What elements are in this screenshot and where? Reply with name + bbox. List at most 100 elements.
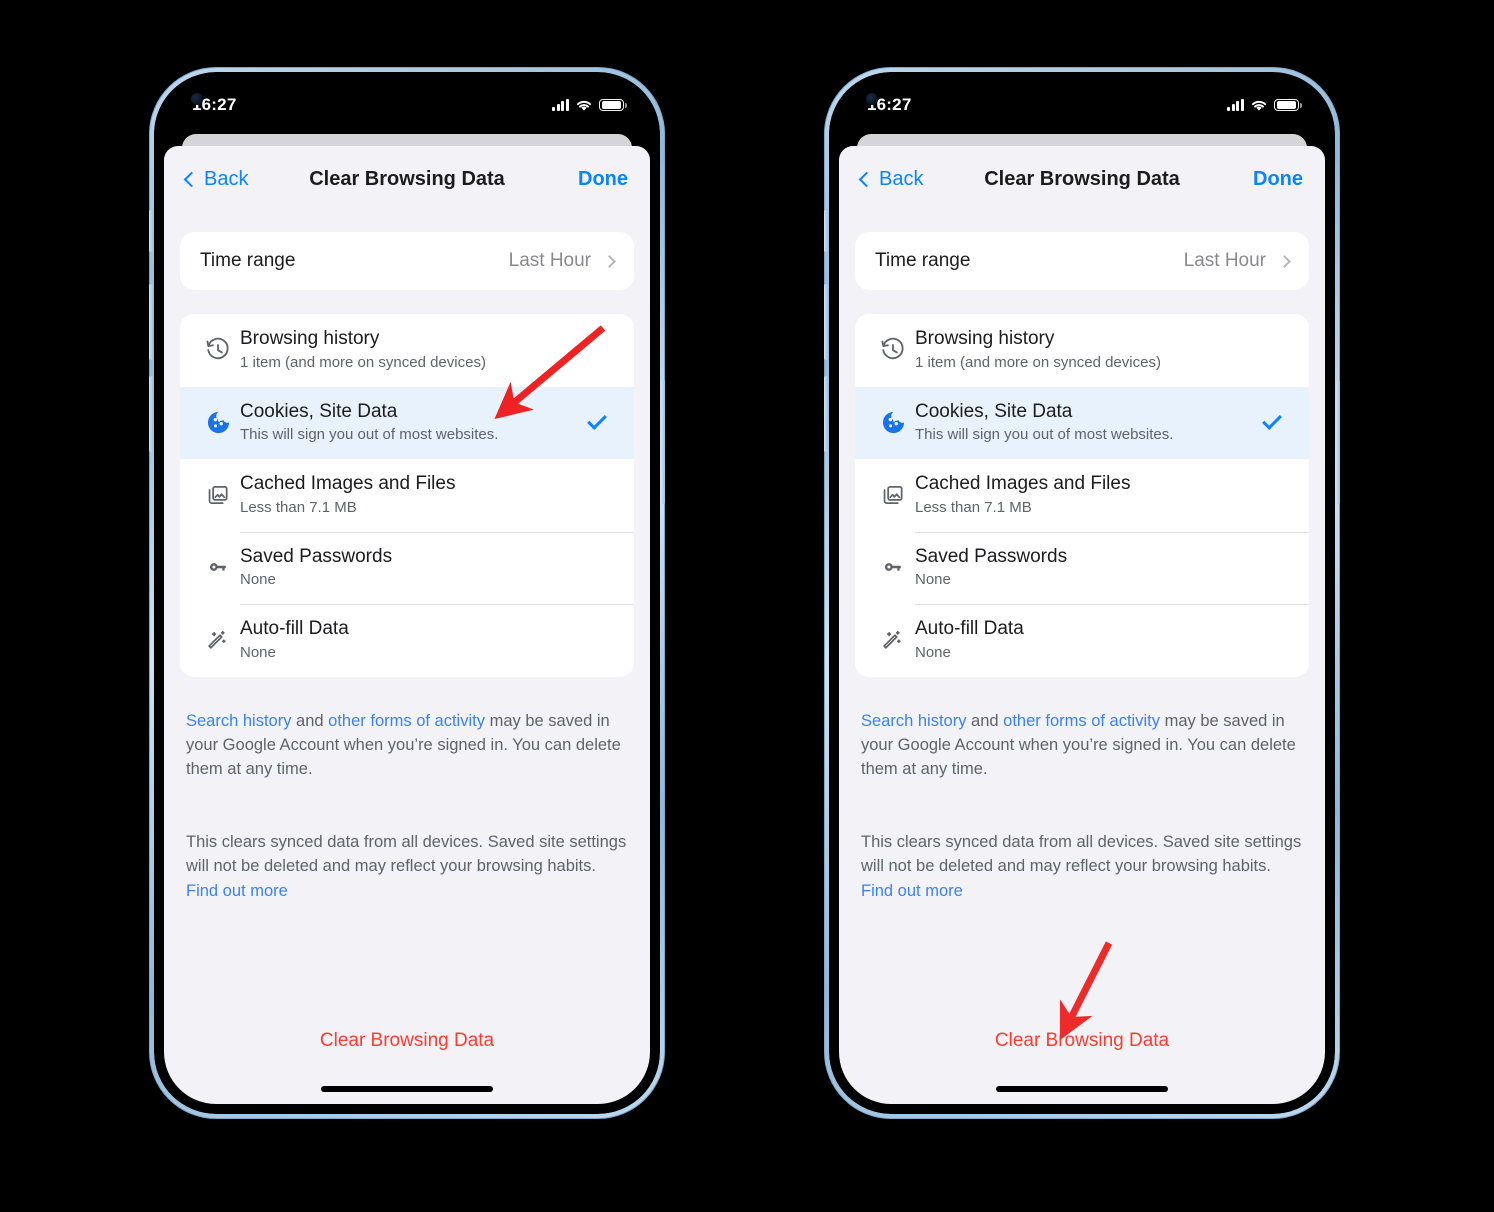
option-row-cached-images-and-files[interactable]: Cached Images and Files Less than 7.1 MB bbox=[180, 459, 634, 532]
photo-stack-icon bbox=[871, 482, 915, 508]
back-button[interactable]: Back bbox=[858, 167, 924, 191]
option-checkmark-slot bbox=[1255, 409, 1289, 430]
footnote-mid: and bbox=[966, 711, 1004, 730]
option-row-browsing-history[interactable]: Browsing history 1 item (and more on syn… bbox=[855, 314, 1309, 387]
time-range-label: Time range bbox=[875, 250, 971, 271]
back-button-label: Back bbox=[879, 167, 924, 190]
time-range-card: Time range Last Hour bbox=[855, 232, 1309, 290]
done-button[interactable]: Done bbox=[1253, 168, 1303, 191]
clear-browsing-data-button[interactable]: Clear Browsing Data bbox=[164, 1030, 650, 1052]
option-text: Cached Images and Files Less than 7.1 MB bbox=[240, 472, 580, 518]
photo-stack-icon bbox=[196, 482, 240, 508]
other-forms-of-activity-link[interactable]: other forms of activity bbox=[328, 712, 485, 730]
option-text: Browsing history 1 item (and more on syn… bbox=[915, 327, 1255, 373]
power-button[interactable] bbox=[661, 380, 665, 504]
option-title: Cookies, Site Data bbox=[915, 400, 1073, 422]
history-clock-icon bbox=[871, 337, 915, 363]
clear-browsing-data-button[interactable]: Clear Browsing Data bbox=[839, 1030, 1325, 1052]
phone-device-right: 16:27 Back Clear Browsing Data Done Time… bbox=[824, 68, 1340, 1118]
volume-up-button[interactable] bbox=[824, 284, 828, 360]
option-text: Cached Images and Files Less than 7.1 MB bbox=[915, 472, 1255, 518]
wifi-icon bbox=[1251, 100, 1267, 111]
magic-wand-icon bbox=[871, 627, 915, 653]
option-text: Saved Passwords None bbox=[240, 545, 580, 591]
option-title: Saved Passwords bbox=[915, 545, 1068, 567]
option-subtitle: None bbox=[915, 643, 951, 661]
option-subtitle: Less than 7.1 MB bbox=[240, 498, 357, 516]
option-subtitle: 1 item (and more on synced devices) bbox=[240, 353, 486, 371]
check-icon bbox=[1262, 409, 1282, 430]
time-range-row[interactable]: Time range Last Hour bbox=[180, 232, 634, 290]
silent-switch[interactable] bbox=[824, 210, 828, 252]
clear-browsing-data-sheet: Back Clear Browsing Data Done Time range… bbox=[164, 146, 650, 1104]
key-icon bbox=[871, 554, 915, 580]
chevron-left-icon bbox=[858, 171, 875, 187]
option-text: Browsing history 1 item (and more on syn… bbox=[240, 327, 580, 373]
history-clock-icon bbox=[196, 337, 240, 363]
sheet-navigation-bar: Back Clear Browsing Data Done bbox=[839, 146, 1325, 212]
back-button[interactable]: Back bbox=[183, 168, 248, 191]
chevron-right-icon bbox=[603, 254, 616, 268]
clear-browsing-data-sheet: Back Clear Browsing Data Done Time range… bbox=[839, 146, 1325, 1104]
page-title: Clear Browsing Data bbox=[984, 167, 1180, 190]
power-button[interactable] bbox=[1336, 380, 1340, 504]
other-forms-of-activity-link[interactable]: other forms of activity bbox=[1003, 712, 1160, 730]
option-row-cached-images-and-files[interactable]: Cached Images and Files Less than 7.1 MB bbox=[855, 459, 1309, 532]
option-title: Auto-fill Data bbox=[240, 618, 349, 639]
option-row-browsing-history[interactable]: Browsing history 1 item (and more on syn… bbox=[180, 314, 634, 387]
option-row-saved-passwords[interactable]: Saved Passwords None bbox=[180, 531, 634, 604]
phone-screen-left: 16:27 Back Clear Browsing Data Done Time… bbox=[164, 82, 650, 1104]
footnote-two-text: This clears synced data from all devices… bbox=[861, 832, 1302, 876]
sheet-content: Time range Last Hour Browsing history 1 … bbox=[839, 212, 1325, 1104]
footnote-google-account: Search history and other forms of activi… bbox=[180, 709, 634, 782]
status-bar-indicators bbox=[1227, 93, 1302, 112]
volume-up-button[interactable] bbox=[149, 284, 153, 360]
option-subtitle: 1 item (and more on synced devices) bbox=[915, 353, 1161, 371]
option-title: Auto-fill Data bbox=[915, 618, 1024, 639]
option-subtitle: None bbox=[240, 643, 276, 661]
option-row-cookies-site-data[interactable]: Cookies, Site Data This will sign you ou… bbox=[180, 386, 634, 459]
home-indicator[interactable] bbox=[996, 1086, 1168, 1092]
option-title: Browsing history bbox=[915, 328, 1055, 349]
footnote-two-text: This clears synced data from all devices… bbox=[186, 832, 627, 876]
volume-down-button[interactable] bbox=[824, 376, 828, 452]
done-button[interactable]: Done bbox=[578, 168, 628, 191]
screenshot-canvas: 16:27 Back Clear Browsing Data Done Time… bbox=[0, 0, 1494, 1212]
option-checkmark-slot bbox=[580, 409, 614, 430]
status-bar-indicators bbox=[552, 93, 627, 112]
home-indicator[interactable] bbox=[321, 1086, 493, 1092]
option-row-auto-fill-data[interactable]: Auto-fill Data None bbox=[180, 604, 634, 677]
silent-switch[interactable] bbox=[149, 210, 153, 252]
cellular-bars-icon bbox=[552, 98, 569, 111]
time-range-card: Time range Last Hour bbox=[180, 232, 634, 290]
footnote-mid: and bbox=[291, 711, 329, 730]
option-text: Saved Passwords None bbox=[915, 545, 1255, 591]
search-history-link[interactable]: Search history bbox=[861, 712, 966, 730]
option-row-cookies-site-data[interactable]: Cookies, Site Data This will sign you ou… bbox=[855, 386, 1309, 459]
footnote-google-account: Search history and other forms of activi… bbox=[855, 709, 1309, 782]
volume-down-button[interactable] bbox=[149, 376, 153, 452]
battery-icon bbox=[599, 98, 627, 112]
option-subtitle: None bbox=[240, 571, 276, 589]
time-range-value: Last Hour bbox=[1183, 250, 1266, 271]
option-title: Saved Passwords bbox=[240, 545, 393, 567]
footnote-synced-data: This clears synced data from all devices… bbox=[180, 830, 634, 903]
option-row-saved-passwords[interactable]: Saved Passwords None bbox=[855, 531, 1309, 604]
option-text: Cookies, Site Data This will sign you ou… bbox=[240, 400, 580, 446]
cookie-icon bbox=[871, 409, 915, 436]
find-out-more-link[interactable]: Find out more bbox=[186, 882, 288, 900]
option-text: Auto-fill Data None bbox=[915, 617, 1255, 663]
check-icon bbox=[587, 409, 607, 430]
option-subtitle: This will sign you out of most websites. bbox=[915, 426, 1174, 444]
footnote-synced-data: This clears synced data from all devices… bbox=[855, 830, 1309, 903]
data-types-card: Browsing history 1 item (and more on syn… bbox=[855, 314, 1309, 677]
time-range-label: Time range bbox=[200, 250, 296, 271]
option-row-auto-fill-data[interactable]: Auto-fill Data None bbox=[855, 604, 1309, 677]
option-subtitle: This will sign you out of most websites. bbox=[240, 426, 499, 444]
search-history-link[interactable]: Search history bbox=[186, 712, 291, 730]
time-range-row[interactable]: Time range Last Hour bbox=[855, 232, 1309, 290]
option-text: Cookies, Site Data This will sign you ou… bbox=[915, 400, 1255, 446]
time-range-value: Last Hour bbox=[508, 250, 591, 271]
option-subtitle: None bbox=[915, 571, 951, 589]
find-out-more-link[interactable]: Find out more bbox=[861, 882, 963, 900]
